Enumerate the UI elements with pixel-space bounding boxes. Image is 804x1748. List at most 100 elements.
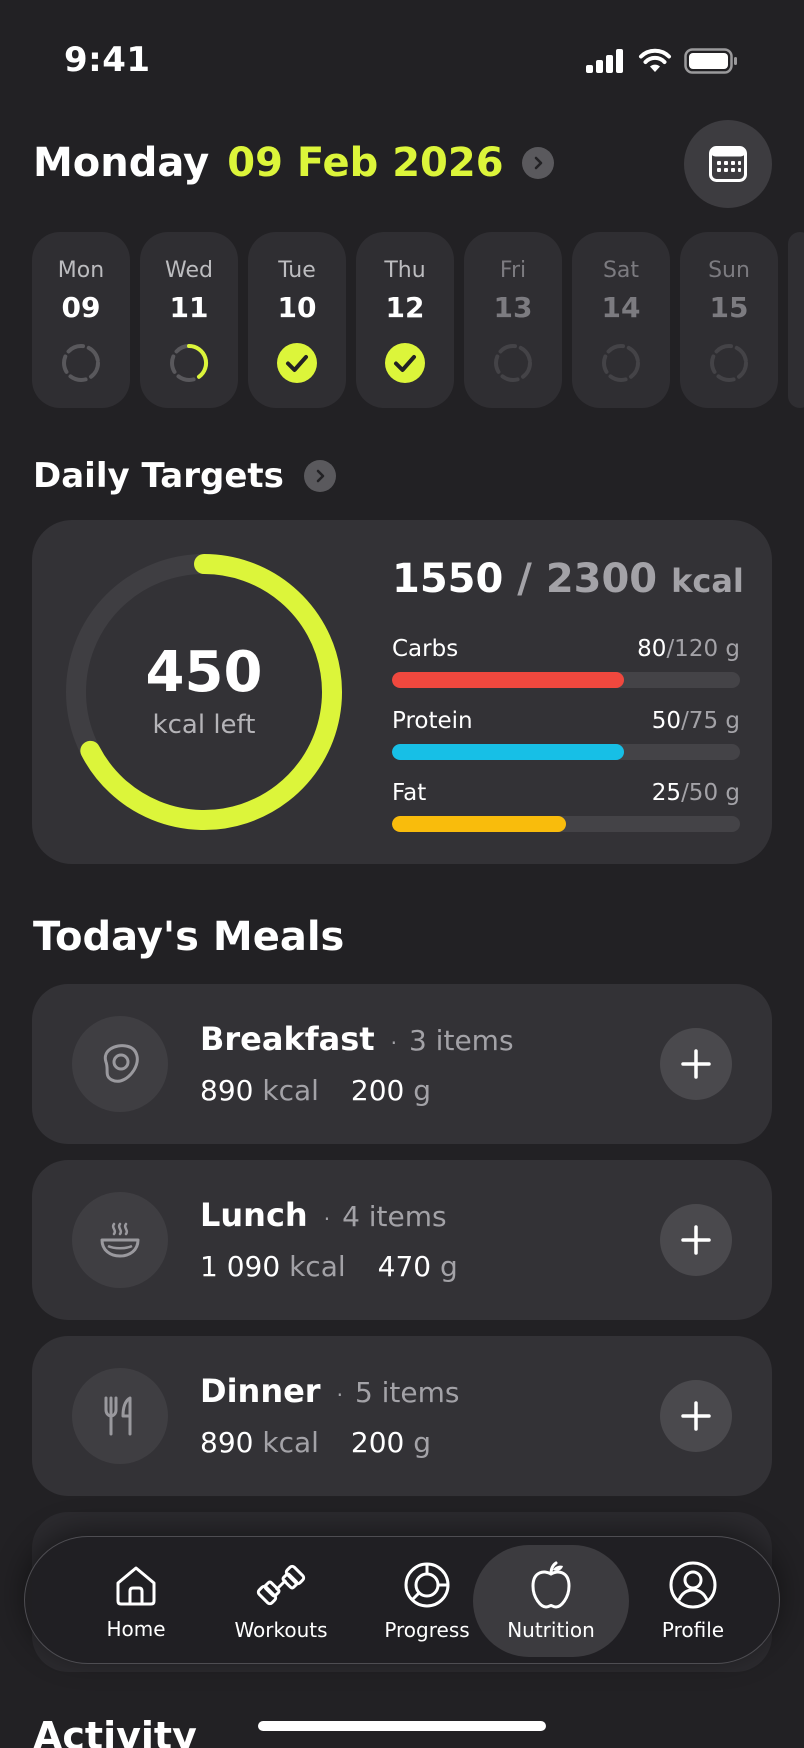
cutlery-icon	[72, 1368, 168, 1464]
day-name: Sun	[708, 258, 750, 283]
kcal-separator: /	[517, 556, 532, 602]
macro-name: Protein	[392, 708, 473, 734]
meal-kcal: 1 090	[200, 1250, 281, 1283]
nav-home[interactable]: Home	[61, 1545, 211, 1657]
nav-label: Nutrition	[507, 1618, 595, 1642]
nav-nutrition[interactable]: Nutrition	[473, 1545, 629, 1657]
macro-value: 25	[651, 780, 682, 806]
plus-icon	[681, 1401, 711, 1431]
day-card[interactable]: Wed 11	[140, 232, 238, 408]
kcal-left-value: 450	[145, 640, 263, 705]
macro-carbs: Carbs 80/120 g	[392, 636, 740, 688]
day-name: Sat	[602, 258, 640, 283]
nav-workouts[interactable]: Workouts	[206, 1545, 356, 1657]
activity-title: Activity	[33, 1714, 197, 1748]
meal-dot: ·	[323, 1207, 331, 1231]
calendar-button[interactable]	[684, 120, 772, 208]
meal-stats: 890 kcal 200 g	[200, 1074, 431, 1107]
plus-icon	[681, 1049, 711, 1079]
meal-title: Breakfast · 3 items	[200, 1020, 514, 1058]
page-title: Monday 09 Feb 2026	[33, 140, 554, 186]
nav-profile[interactable]: Profile	[618, 1545, 768, 1657]
meal-grams-unit: g	[413, 1074, 432, 1107]
partial-progress-icon	[170, 343, 209, 382]
daily-targets-title: Daily Targets	[33, 456, 336, 496]
nav-label: Profile	[661, 1618, 725, 1642]
macro-target: /50 g	[681, 780, 740, 806]
kcal-consumed: 1550	[392, 556, 504, 602]
meal-dot: ·	[390, 1031, 397, 1055]
header-date[interactable]: 09 Feb 2026	[227, 140, 503, 186]
signal-icon	[586, 49, 623, 73]
macro-target: /75 g	[681, 708, 740, 734]
dashed-circle-icon	[602, 344, 640, 382]
day-card[interactable]: Sat 14	[572, 232, 670, 408]
day-number: 15	[709, 291, 749, 324]
day-number: 12	[385, 291, 425, 324]
day-card[interactable]: Fri 13	[464, 232, 562, 408]
battery-icon	[684, 48, 737, 74]
daily-targets-card[interactable]: 450 kcal left 1550 / 2300 kcal Carbs 80/…	[32, 520, 772, 864]
egg-icon	[72, 1016, 168, 1112]
macro-name: Fat	[392, 780, 427, 806]
add-lunch-button[interactable]	[660, 1204, 732, 1276]
day-card[interactable]: Tue 10	[248, 232, 346, 408]
meal-name: Lunch	[200, 1196, 308, 1234]
meal-card-lunch[interactable]: Lunch · 4 items 1 090 kcal 470 g	[32, 1160, 772, 1320]
day-name: Thu	[384, 258, 426, 283]
bowl-icon	[72, 1192, 168, 1288]
nav-label: Home	[106, 1617, 166, 1641]
calendar-icon	[709, 146, 747, 182]
add-dinner-button[interactable]	[660, 1380, 732, 1452]
home-indicator	[258, 1721, 546, 1731]
day-number: 10	[277, 291, 317, 324]
day-number: 13	[493, 291, 533, 324]
meal-stats: 1 090 kcal 470 g	[200, 1250, 458, 1283]
day-card[interactable]: Mon 09	[32, 232, 130, 408]
dashed-circle-icon	[710, 344, 748, 382]
macro-bar-fill	[392, 816, 566, 832]
day-name: Fri	[499, 258, 527, 283]
day-card[interactable]: Sun 15	[680, 232, 778, 408]
status-time: 9:41	[64, 40, 151, 80]
day-card[interactable]: Thu 12	[356, 232, 454, 408]
meal-kcal: 890	[200, 1074, 254, 1107]
dashed-circle-icon	[62, 344, 100, 382]
add-breakfast-button[interactable]	[660, 1028, 732, 1100]
meal-grams-unit: g	[439, 1250, 458, 1283]
meal-title: Lunch · 4 items	[200, 1196, 447, 1234]
day-name: Mon	[57, 258, 105, 283]
meal-item-count: 5 items	[354, 1376, 460, 1409]
nav-label: Progress	[384, 1618, 470, 1642]
meal-kcal-unit: kcal	[262, 1074, 319, 1107]
apple-icon	[531, 1561, 571, 1609]
progress-icon	[404, 1562, 450, 1608]
macro-fat: Fat 25/50 g	[392, 780, 740, 832]
targets-chevron-icon[interactable]	[303, 460, 336, 492]
macro-bar-track	[392, 816, 740, 832]
todays-meals-title: Today's Meals	[33, 914, 345, 960]
date-chevron-icon[interactable]	[521, 147, 554, 179]
meal-dot: ·	[336, 1383, 343, 1407]
meal-kcal: 890	[200, 1426, 254, 1459]
profile-icon	[669, 1561, 717, 1609]
meal-grams-unit: g	[413, 1426, 432, 1459]
macro-bar-track	[392, 744, 740, 760]
meal-name: Dinner	[200, 1372, 321, 1410]
status-icons	[586, 48, 738, 74]
macro-name: Carbs	[392, 636, 459, 662]
meal-title: Dinner · 5 items	[200, 1372, 460, 1410]
section-title-label: Daily Targets	[33, 456, 284, 496]
meal-kcal-unit: kcal	[289, 1250, 346, 1283]
meal-card-dinner[interactable]: Dinner · 5 items 890 kcal 200 g	[32, 1336, 772, 1496]
day-name: Tue	[278, 258, 316, 283]
plus-icon	[681, 1225, 711, 1255]
macro-bar-fill	[392, 672, 625, 688]
meal-card-breakfast[interactable]: Breakfast · 3 items 890 kcal 200 g	[32, 984, 772, 1144]
meal-item-count: 3 items	[408, 1024, 514, 1057]
day-strip: Mon 09 Wed 11 Tue 10 Thu 12 Fri 13 Sat 1…	[32, 232, 804, 408]
macro-protein: Protein 50/75 g	[392, 708, 740, 760]
day-number: 14	[601, 291, 641, 324]
meal-grams: 470	[377, 1250, 432, 1283]
meal-kcal-unit: kcal	[262, 1426, 319, 1459]
